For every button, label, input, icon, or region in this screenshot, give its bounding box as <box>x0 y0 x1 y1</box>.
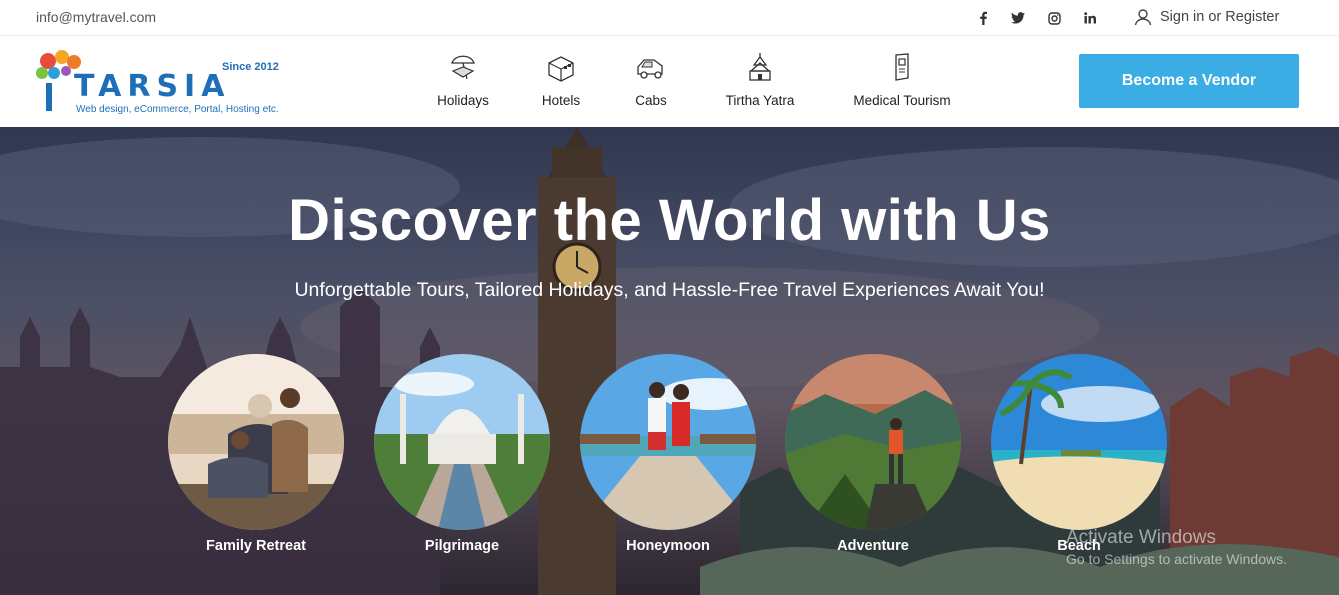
category-family-retreat[interactable]: Family Retreat <box>166 354 346 554</box>
sign-in-link[interactable]: Sign in or Register <box>1134 6 1279 28</box>
linkedin-icon[interactable] <box>1080 8 1100 28</box>
nav-tirtha-yatra[interactable]: Tirtha Yatra <box>715 51 805 115</box>
hero-section: Discover the World with Us Unforgettable… <box>0 127 1339 595</box>
hero-subtitle: Unforgettable Tours, Tailored Holidays, … <box>294 279 1045 301</box>
adventure-image <box>785 354 961 530</box>
main-header: Since 2012 TARSIA Web design, eCommerce,… <box>0 37 1339 127</box>
category-adventure[interactable]: Adventure <box>783 354 963 554</box>
hero-title: Discover the World with Us <box>288 188 1051 253</box>
logo-tagline: Web design, eCommerce, Portal, Hosting e… <box>76 104 279 115</box>
category-family-retreat-label: Family Retreat <box>206 538 306 554</box>
top-bar: info@mytravel.com Sign in or Register <box>0 0 1339 36</box>
windows-activation-watermark: Activate Windows Go to Settings to activ… <box>1066 527 1287 567</box>
nav-medical-tourism[interactable]: Medical Tourism <box>842 51 962 115</box>
nav-tirtha-yatra-label: Tirtha Yatra <box>725 93 795 108</box>
cabs-icon <box>637 59 663 79</box>
nav-medical-tourism-label: Medical Tourism <box>853 93 951 108</box>
family-retreat-image <box>168 354 344 530</box>
category-pilgrimage-label: Pilgrimage <box>424 538 500 554</box>
honeymoon-image <box>580 354 756 530</box>
nav-cabs[interactable]: Cabs <box>622 51 680 115</box>
nav-holidays[interactable]: Holidays <box>428 51 498 115</box>
become-vendor-button[interactable]: Become a Vendor <box>1079 54 1299 108</box>
nav-holidays-label: Holidays <box>437 93 489 108</box>
medical-icon <box>895 53 909 81</box>
beach-image <box>991 354 1167 530</box>
sign-in-label: Sign in or Register <box>1160 9 1280 25</box>
nav-hotels-label: Hotels <box>541 93 581 108</box>
hotels-icon <box>548 56 574 82</box>
category-beach[interactable]: Beach <box>989 354 1169 554</box>
category-pilgrimage[interactable]: Pilgrimage <box>372 354 552 554</box>
logo-since: Since 2012 <box>222 61 279 73</box>
pilgrimage-image <box>374 354 550 530</box>
facebook-icon[interactable] <box>973 8 993 28</box>
twitter-icon[interactable] <box>1008 8 1028 28</box>
site-logo[interactable]: Since 2012 TARSIA Web design, eCommerce,… <box>36 49 286 117</box>
watermark-line2: Go to Settings to activate Windows. <box>1066 551 1287 567</box>
watermark-line1: Activate Windows <box>1066 527 1216 548</box>
category-honeymoon[interactable]: Honeymoon <box>578 354 758 554</box>
contact-email[interactable]: info@mytravel.com <box>36 9 156 25</box>
category-honeymoon-label: Honeymoon <box>626 538 710 554</box>
temple-icon <box>749 53 771 81</box>
instagram-icon[interactable] <box>1044 8 1064 28</box>
logo-brand: TARSIA <box>74 69 231 104</box>
holidays-icon <box>451 55 475 80</box>
nav-cabs-label: Cabs <box>635 93 667 108</box>
category-adventure-label: Adventure <box>837 538 909 554</box>
nav-hotels[interactable]: Hotels <box>528 51 594 115</box>
user-icon <box>1134 9 1152 26</box>
